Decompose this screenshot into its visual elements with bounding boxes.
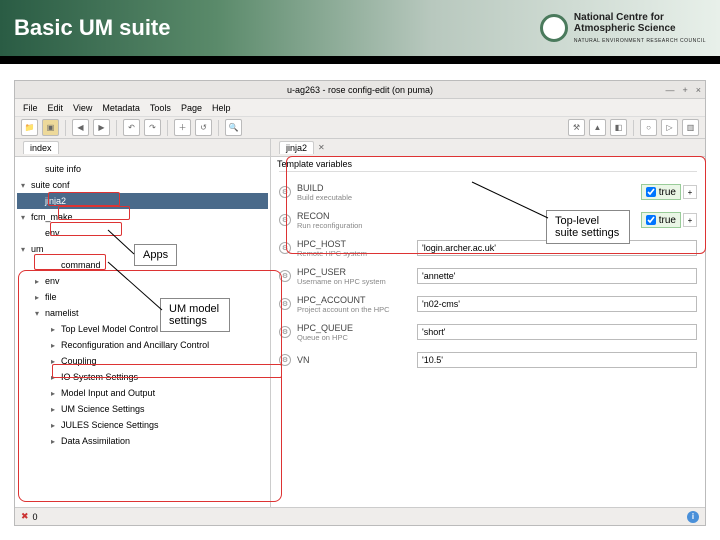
nav-tree-pane: index suite info suite conf jinja2 fcm_m… bbox=[15, 139, 271, 507]
run-icon[interactable]: ○ bbox=[640, 119, 657, 136]
form-row: ⚙ RECON Run reconfiguration true+ bbox=[271, 206, 705, 234]
menu-edit[interactable]: Edit bbox=[48, 103, 64, 113]
play-icon[interactable]: ▷ bbox=[661, 119, 678, 136]
gear-icon[interactable]: ⚙ bbox=[279, 186, 291, 198]
logo-circle-icon bbox=[540, 14, 568, 42]
tree-env2[interactable]: env bbox=[17, 273, 268, 289]
var-desc: Username on HPC system bbox=[297, 277, 417, 286]
tree-sec-6[interactable]: JULES Science Settings bbox=[17, 417, 268, 433]
input-vn[interactable]: '10.5' bbox=[417, 352, 697, 368]
var-name: VN bbox=[297, 355, 417, 365]
menu-tools[interactable]: Tools bbox=[150, 103, 171, 113]
tree-sec-5[interactable]: UM Science Settings bbox=[17, 401, 268, 417]
menu-help[interactable]: Help bbox=[212, 103, 231, 113]
var-desc: Project account on the HPC bbox=[297, 305, 417, 314]
rose-edit-window: u-ag263 - rose config-edit (on puma) — +… bbox=[14, 80, 706, 526]
form-row: ⚙ HPC_HOST Remote HPC system 'login.arch… bbox=[271, 234, 705, 262]
input-hpc_user[interactable]: 'annette' bbox=[417, 268, 697, 284]
toolbar: 📁 ▣ ◀ ▶ ↶ ↷ ＋ ↺ 🔍 ⚒ ▲ ◧ ○ ▷ ▥ bbox=[15, 117, 705, 139]
tree-suite-info[interactable]: suite info bbox=[17, 161, 268, 177]
save-icon[interactable]: ▣ bbox=[42, 119, 59, 136]
tab-close-icon[interactable]: ✕ bbox=[318, 143, 325, 152]
statusbar: ✖ 0 i bbox=[15, 507, 705, 525]
window-titlebar: u-ag263 - rose config-edit (on puma) — +… bbox=[15, 81, 705, 99]
gear-icon[interactable]: ⚙ bbox=[279, 298, 291, 310]
callout-um: UM model settings bbox=[160, 298, 230, 332]
gear-icon[interactable]: ⚙ bbox=[279, 270, 291, 282]
input-hpc_account[interactable]: 'n02-cms' bbox=[417, 296, 697, 312]
view-icon[interactable]: ▥ bbox=[682, 119, 699, 136]
form-row: ⚙ VN '10.5' bbox=[271, 346, 705, 374]
nav-back-icon[interactable]: ◀ bbox=[72, 119, 89, 136]
var-name: HPC_ACCOUNT bbox=[297, 295, 417, 305]
validate-icon[interactable]: ⚒ bbox=[568, 119, 585, 136]
tree-sec-0[interactable]: Top Level Model Control bbox=[17, 321, 268, 337]
tree-sec-7[interactable]: Data Assimilation bbox=[17, 433, 268, 449]
nav-fwd-icon[interactable]: ▶ bbox=[93, 119, 110, 136]
form-row: ⚙ BUILD Build executable true+ bbox=[271, 178, 705, 206]
checkbox-build[interactable]: true bbox=[641, 184, 681, 200]
gear-icon[interactable]: ⚙ bbox=[279, 354, 291, 366]
menubar: File Edit View Metadata Tools Page Help bbox=[15, 99, 705, 117]
window-title: u-ag263 - rose config-edit (on puma) bbox=[287, 85, 433, 95]
error-count: 0 bbox=[33, 512, 38, 522]
divider-bar bbox=[0, 56, 720, 64]
input-hpc_queue[interactable]: 'short' bbox=[417, 324, 697, 340]
redo-icon[interactable]: ↷ bbox=[144, 119, 161, 136]
tree-namelist[interactable]: namelist bbox=[17, 305, 268, 321]
minimize-icon[interactable]: — bbox=[665, 85, 674, 95]
add-icon[interactable]: ＋ bbox=[174, 119, 191, 136]
undo-icon[interactable]: ↶ bbox=[123, 119, 140, 136]
tree-jinja2[interactable]: jinja2 bbox=[17, 193, 268, 209]
menu-view[interactable]: View bbox=[73, 103, 92, 113]
maximize-icon[interactable]: + bbox=[682, 85, 687, 95]
info-icon[interactable]: i bbox=[687, 511, 699, 523]
gear-icon[interactable]: ⚙ bbox=[279, 326, 291, 338]
tree-fcm-make[interactable]: fcm_make bbox=[17, 209, 268, 225]
close-icon[interactable]: × bbox=[696, 85, 701, 95]
section-heading: Template variables bbox=[271, 157, 705, 171]
index-tab[interactable]: index bbox=[23, 141, 59, 154]
ncas-logo: National Centre for Atmospheric Science … bbox=[540, 12, 706, 45]
gear-icon[interactable]: ⚙ bbox=[279, 214, 291, 226]
var-desc: Remote HPC system bbox=[297, 249, 417, 258]
var-name: BUILD bbox=[297, 183, 641, 193]
checkbox-recon[interactable]: true bbox=[641, 212, 681, 228]
tree-sec-2[interactable]: Coupling bbox=[17, 353, 268, 369]
callout-top: Top-level suite settings bbox=[546, 210, 630, 244]
slide-title: Basic UM suite bbox=[14, 15, 171, 41]
tree-sec-3[interactable]: IO System Settings bbox=[17, 369, 268, 385]
menu-file[interactable]: File bbox=[23, 103, 38, 113]
var-name: HPC_USER bbox=[297, 267, 417, 277]
var-desc: Build executable bbox=[297, 193, 641, 202]
add-value-icon[interactable]: + bbox=[683, 213, 697, 227]
menu-metadata[interactable]: Metadata bbox=[102, 103, 140, 113]
form-row: ⚙ HPC_USER Username on HPC system 'annet… bbox=[271, 262, 705, 290]
var-name: HPC_HOST bbox=[297, 239, 417, 249]
form-row: ⚙ HPC_ACCOUNT Project account on the HPC… bbox=[271, 290, 705, 318]
error-icon: ✖ bbox=[21, 511, 29, 522]
transform-icon[interactable]: ▲ bbox=[589, 119, 606, 136]
right-tab[interactable]: jinja2 bbox=[279, 141, 314, 154]
menu-page[interactable]: Page bbox=[181, 103, 202, 113]
tree-sec-4[interactable]: Model Input and Output bbox=[17, 385, 268, 401]
tree-file[interactable]: file bbox=[17, 289, 268, 305]
tree-env[interactable]: env bbox=[17, 225, 268, 241]
revert-icon[interactable]: ↺ bbox=[195, 119, 212, 136]
graph-icon[interactable]: ◧ bbox=[610, 119, 627, 136]
var-name: HPC_QUEUE bbox=[297, 323, 417, 333]
var-desc: Queue on HPC bbox=[297, 333, 417, 342]
find-icon[interactable]: 🔍 bbox=[225, 119, 242, 136]
open-icon[interactable]: 📁 bbox=[21, 119, 38, 136]
form-row: ⚙ HPC_QUEUE Queue on HPC 'short' bbox=[271, 318, 705, 346]
form-pane: jinja2 ✕ Template variables ⚙ BUILD Buil… bbox=[271, 139, 705, 507]
tree-sec-1[interactable]: Reconfiguration and Ancillary Control bbox=[17, 337, 268, 353]
slide-header: Basic UM suite National Centre for Atmos… bbox=[0, 0, 720, 56]
gear-icon[interactable]: ⚙ bbox=[279, 242, 291, 254]
tree-suite-conf[interactable]: suite conf bbox=[17, 177, 268, 193]
add-value-icon[interactable]: + bbox=[683, 185, 697, 199]
callout-apps: Apps bbox=[134, 244, 177, 266]
